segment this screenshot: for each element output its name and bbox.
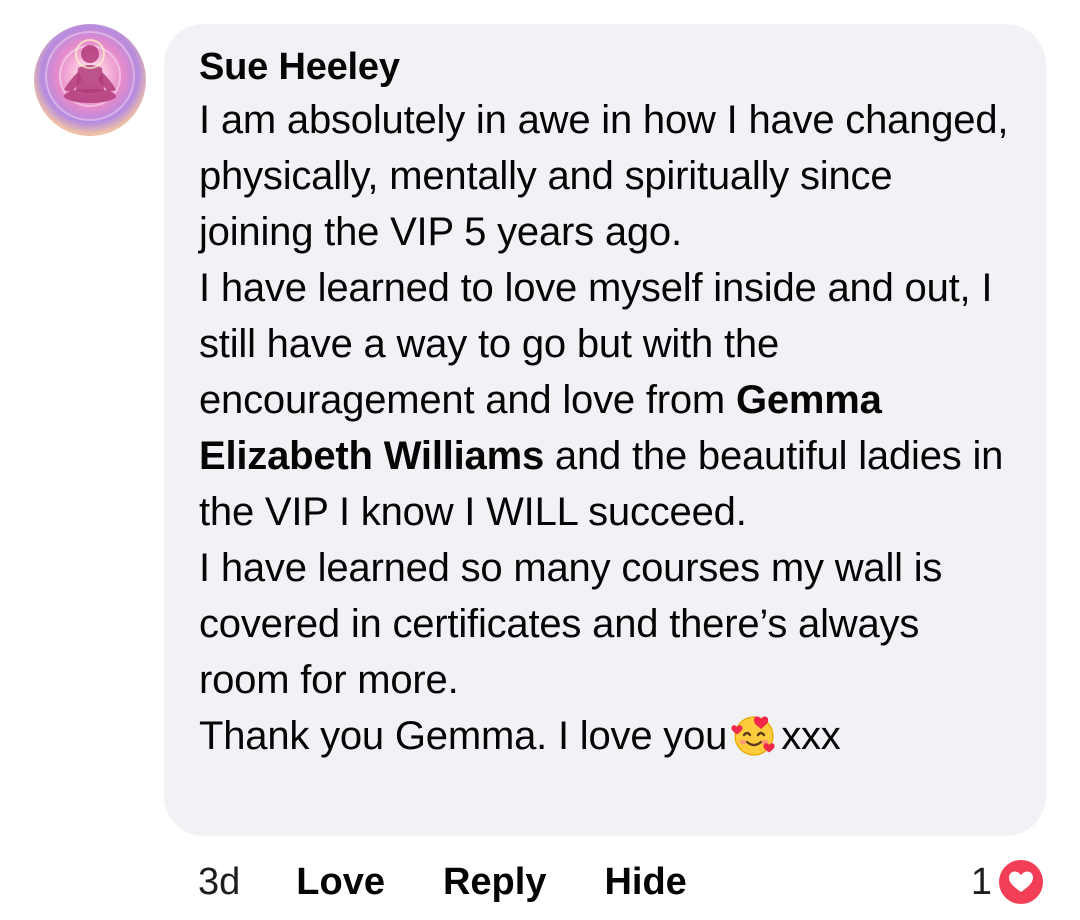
comment-paragraph: I have learned so many courses my wall i… xyxy=(199,546,943,702)
hide-button[interactable]: Hide xyxy=(604,861,686,904)
comment-author[interactable]: Sue Heeley xyxy=(199,42,1016,92)
reaction-count: 1 xyxy=(970,860,992,903)
love-reaction-badge xyxy=(996,857,1046,907)
comment-text: xxx xyxy=(781,714,841,758)
comment-paragraph: Thank you Gemma. I love you xxx xyxy=(199,708,1016,764)
comment-body: I am absolutely in awe in how I have cha… xyxy=(199,92,1016,764)
comment-paragraph: I have learned to love myself inside and… xyxy=(199,260,1016,540)
reply-button[interactable]: Reply xyxy=(443,861,546,904)
smiling-face-with-hearts-emoji xyxy=(731,716,775,756)
avatar[interactable] xyxy=(34,24,146,136)
meditating-figure-icon xyxy=(45,31,135,121)
heart-icon xyxy=(999,860,1043,904)
comment: Sue Heeley I am absolutely in awe in how… xyxy=(0,0,1080,920)
comment-bubble: Sue Heeley I am absolutely in awe in how… xyxy=(164,24,1046,836)
comment-actions: 3d Love Reply Hide xyxy=(198,854,745,910)
comment-text: Thank you Gemma. I love you xyxy=(199,714,728,758)
reaction-summary[interactable]: 1 xyxy=(971,854,1046,910)
comment-paragraph: I am absolutely in awe in how I have cha… xyxy=(199,98,1009,254)
comment-timestamp[interactable]: 3d xyxy=(198,861,240,904)
love-button[interactable]: Love xyxy=(296,861,385,904)
